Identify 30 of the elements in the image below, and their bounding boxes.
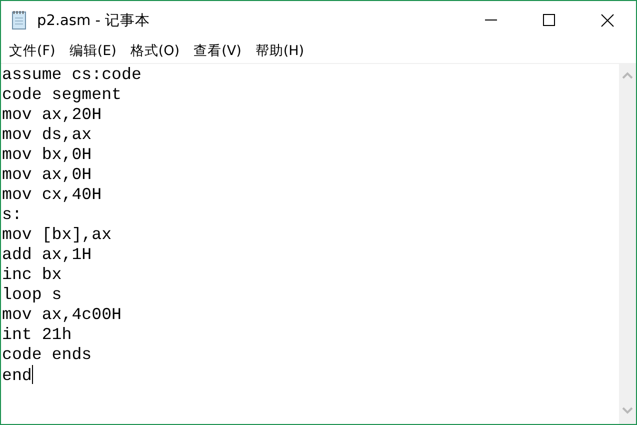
code-line: mov bx,0H xyxy=(2,145,92,164)
code-line: mov ax,4c00H xyxy=(2,305,122,324)
scroll-down-icon[interactable] xyxy=(622,407,633,414)
code-line: assume cs:code xyxy=(2,65,142,84)
code-line: end xyxy=(2,366,32,385)
menu-item[interactable]: 查看(V) xyxy=(186,41,248,61)
menu-item[interactable]: 编辑(E) xyxy=(62,41,124,61)
notepad-icon xyxy=(11,10,27,30)
code-line: code ends xyxy=(2,345,92,364)
window-title: p2.asm - 记事本 xyxy=(37,12,152,30)
code-line: add ax,1H xyxy=(2,245,92,264)
code-line: mov [bx],ax xyxy=(2,225,112,244)
menu-item[interactable]: 文件(F) xyxy=(2,41,62,61)
code-line: mov cx,40H xyxy=(2,185,102,204)
close-icon xyxy=(600,14,614,26)
vertical-scrollbar[interactable] xyxy=(619,64,636,424)
scroll-up-icon[interactable] xyxy=(622,72,633,79)
code-line: inc bx xyxy=(2,265,62,284)
code-line: mov ax,0H xyxy=(2,165,92,184)
code-line: mov ax,20H xyxy=(2,105,102,124)
menu-item[interactable]: 帮助(H) xyxy=(248,41,312,61)
menu-item[interactable]: 格式(O) xyxy=(123,41,187,61)
code-line: mov ds,ax xyxy=(2,125,92,144)
code-line: code segment xyxy=(2,85,122,104)
text-cursor xyxy=(32,365,33,384)
maximize-icon xyxy=(543,14,555,26)
code-line: int 21h xyxy=(2,325,72,344)
code-line: s: xyxy=(2,205,22,224)
minimize-icon xyxy=(485,19,497,21)
code-line: loop s xyxy=(2,285,62,304)
